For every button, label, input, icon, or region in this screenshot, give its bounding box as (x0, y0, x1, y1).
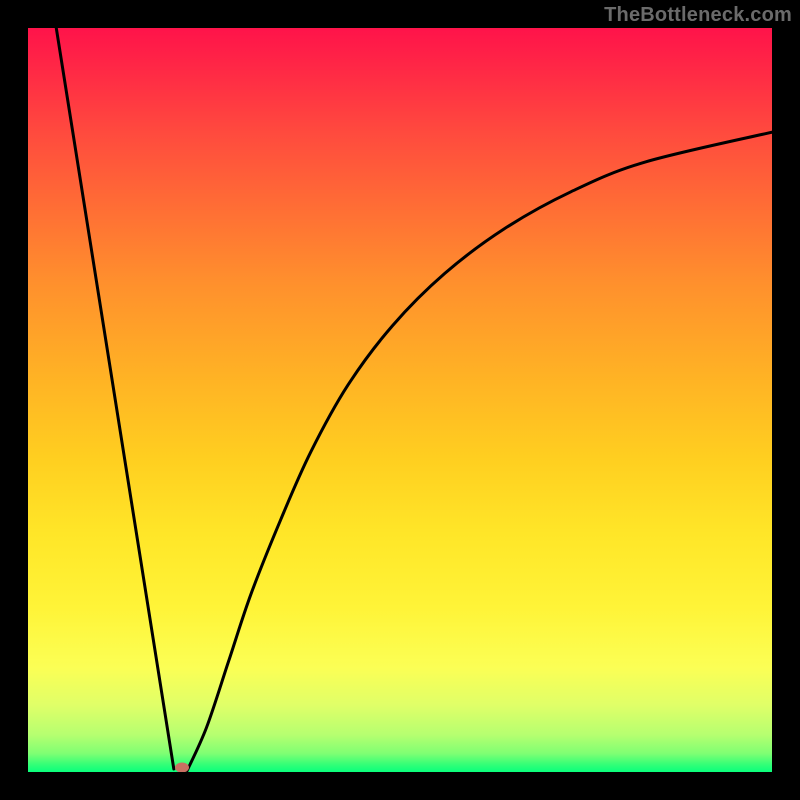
optimum-marker (175, 763, 189, 772)
curve-left-branch (56, 28, 174, 769)
plot-frame (28, 28, 772, 772)
plot-svg (28, 28, 772, 772)
source-link[interactable]: TheBottleneck.com (604, 4, 792, 27)
curve-right-branch (186, 132, 772, 772)
